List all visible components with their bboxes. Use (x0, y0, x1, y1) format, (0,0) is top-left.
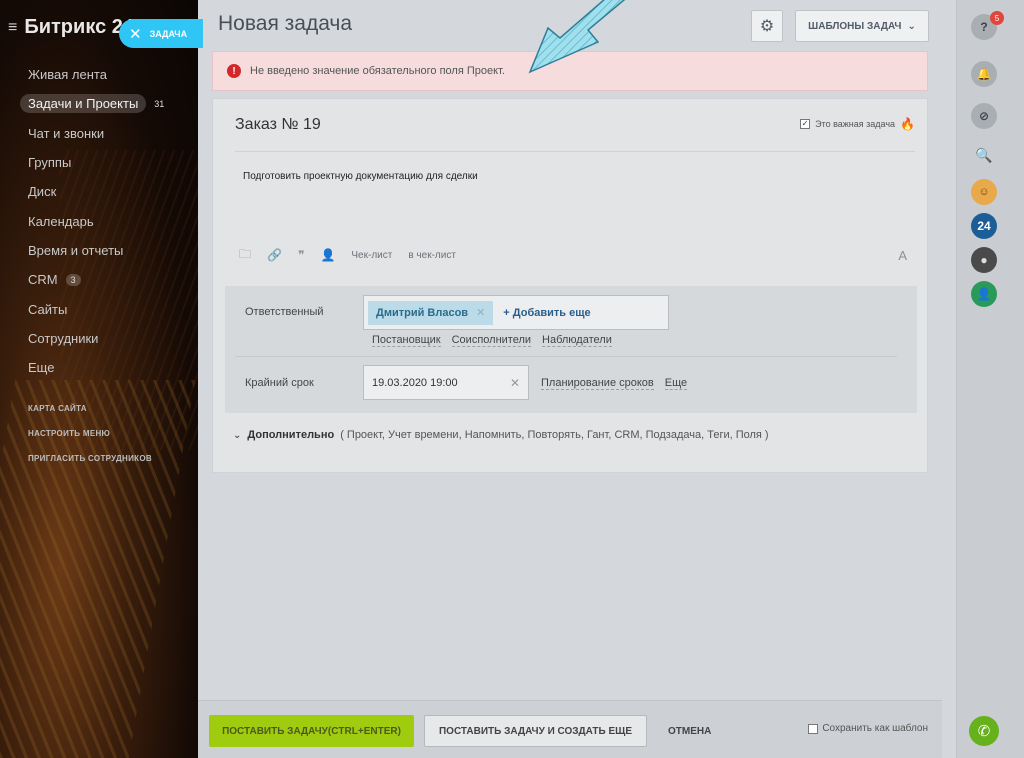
avatar-icon: ☺ (978, 186, 990, 198)
co-executors-link[interactable]: Соисполнители (451, 334, 532, 347)
divider (235, 151, 915, 152)
chevron-down-icon: ⌄ (233, 429, 242, 441)
task-slider-panel: Новая задача ⚙ ШАБЛОНЫ ЗАДАЧ ⌄ ! Не введ… (198, 0, 956, 758)
responsible-label: Ответственный (245, 306, 324, 318)
phone-icon: ✆ (977, 723, 991, 740)
sidebar-item-disk[interactable]: Диск (28, 177, 164, 206)
close-task-pill[interactable]: ✕ ЗАДАЧА (119, 19, 203, 48)
task-templates-button[interactable]: ШАБЛОНЫ ЗАДАЧ ⌄ (795, 10, 929, 42)
role-links: Постановщик Соисполнители Наблюдатели (372, 334, 612, 347)
search-button[interactable]: 🔍 (971, 142, 997, 168)
sidebar-link-invite[interactable]: ПРИГЛАСИТЬ СОТРУДНИКОВ (28, 446, 164, 471)
sidebar-link-sitemap[interactable]: КАРТА САЙТА (28, 396, 164, 421)
tasks-count: 31 (154, 98, 165, 109)
text-format-icon[interactable]: A (898, 248, 907, 263)
editor-toolbar: 🗀 🔗 ❞ 👤 Чек-лист в чек-лист A (239, 247, 907, 263)
submit-task-button[interactable]: ПОСТАВИТЬ ЗАДАЧУ(CTRL+ENTER) (209, 715, 414, 747)
right-toolbar: ? 5 🔔 ⊘ 🔍 ☺ 24 ● 👤 ✆ (956, 0, 1024, 758)
sidebar-item-groups[interactable]: Группы (28, 148, 164, 177)
templates-label: ШАБЛОНЫ ЗАДАЧ (808, 20, 902, 32)
sidebar-item-tasks[interactable]: Задачи и Проекты 31 (20, 89, 165, 118)
task-title-input[interactable]: Заказ № 19 (235, 116, 321, 134)
sidebar-item-time[interactable]: Время и отчеты (28, 236, 164, 265)
responsible-person-name: Дмитрий Власов (376, 306, 469, 319)
cancel-button[interactable]: ОТМЕНА (668, 715, 711, 747)
save-template-label: Сохранить как шаблон (822, 723, 928, 734)
error-text: Не введено значение обязательного поля П… (250, 65, 505, 77)
crm-user-avatar[interactable]: 👤 (971, 281, 997, 307)
task-fields-block: Ответственный Дмитрий Власов ✕ + Добавит… (225, 286, 917, 413)
crm-count: 3 (65, 273, 81, 286)
notifications-button[interactable]: 🔔 (971, 61, 997, 87)
additional-label: Дополнительно (247, 429, 335, 441)
search-icon: 🔍 (975, 146, 993, 163)
menu-burger-icon[interactable]: ≡ (8, 19, 17, 37)
to-checklist-button[interactable]: в чек-лист (408, 250, 456, 261)
sidebar-item-more[interactable]: Еще (28, 353, 164, 382)
avatar-icon: ● (980, 253, 988, 267)
save-template-checkbox[interactable] (808, 723, 819, 734)
sidebar-item-crm[interactable]: CRM 3 (28, 265, 164, 294)
sidebar-item-employees[interactable]: Сотрудники (28, 324, 164, 353)
divider (235, 356, 897, 357)
flame-icon: 🔥 (900, 117, 915, 131)
user-icon: 👤 (976, 287, 992, 301)
checklist-button[interactable]: Чек-лист (351, 250, 392, 261)
help-icon: ? (980, 20, 988, 34)
help-badge: 5 (990, 11, 1004, 25)
user-avatar[interactable]: ● (971, 247, 997, 273)
left-sidebar: ≡ Битрикс 24 Живая лента Задачи и Проект… (0, 0, 198, 758)
responsible-person-chip[interactable]: Дмитрий Власов ✕ (368, 300, 494, 325)
close-icon[interactable]: ✕ (129, 25, 142, 43)
do-not-disturb-button[interactable]: ⊘ (971, 103, 997, 129)
error-icon: ! (227, 64, 241, 78)
call-button[interactable]: ✆ (969, 716, 999, 746)
additional-items: ( Проект, Учет времени, Напомнить, Повто… (340, 429, 769, 441)
task-pill-label: ЗАДАЧА (149, 28, 188, 39)
clear-date-icon[interactable]: ✕ (510, 376, 520, 390)
chevron-down-icon: ⌄ (907, 20, 916, 32)
important-label: Это важная задача (815, 119, 896, 129)
task-description-editor[interactable]: Подготовить проектную документацию для с… (243, 171, 478, 182)
save-as-template-toggle[interactable]: Сохранить как шаблон (808, 723, 928, 734)
attach-file-icon[interactable]: 🗀 (239, 245, 251, 266)
observers-link[interactable]: Наблюдатели (542, 334, 612, 347)
additional-section-toggle[interactable]: ⌄ Дополнительно ( Проект, Учет времени, … (233, 429, 769, 441)
deadline-label: Крайний срок (245, 377, 314, 389)
deadline-input[interactable]: 19.03.2020 19:00 ✕ (363, 365, 529, 400)
sidebar-item-calendar[interactable]: Календарь (28, 206, 164, 235)
add-more-link[interactable]: + Добавить еще (503, 307, 590, 319)
sidebar-item-sites[interactable]: Сайты (28, 294, 164, 323)
sidebar-item-feed[interactable]: Живая лента (28, 60, 164, 89)
responsible-selector[interactable]: Дмитрий Власов ✕ + Добавить еще (363, 295, 669, 330)
task-form-card: Заказ № 19 ✓ Это важная задача 🔥 Подгото… (212, 98, 928, 473)
deadline-links: Планирование сроков Еще (541, 377, 688, 390)
deadline-more-link[interactable]: Еще (664, 377, 688, 390)
quote-icon[interactable]: ❞ (298, 248, 304, 262)
link-icon[interactable]: 🔗 (267, 248, 282, 262)
brand-logo[interactable]: ≡ Битрикс 24 (8, 16, 134, 39)
important-checkbox[interactable]: ✓ (800, 119, 811, 129)
settings-button[interactable]: ⚙ (751, 10, 783, 42)
submit-and-create-more-button[interactable]: ПОСТАВИТЬ ЗАДАЧУ И СОЗДАТЬ ЕЩЕ (424, 715, 647, 747)
bell-icon: 🔔 (976, 67, 992, 81)
sidebar-link-configure-menu[interactable]: НАСТРОИТЬ МЕНЮ (28, 421, 164, 446)
dnd-icon: ⊘ (978, 109, 990, 123)
important-task-toggle[interactable]: ✓ Это важная задача 🔥 (800, 117, 915, 131)
mention-user-icon[interactable]: 👤 (320, 248, 335, 262)
brand-name: Битрикс 24 (24, 16, 134, 38)
sidebar-item-chat[interactable]: Чат и звонки (28, 119, 164, 148)
remove-person-icon[interactable]: ✕ (476, 306, 485, 319)
page-title: Новая задача (218, 12, 353, 35)
time-planning-link[interactable]: Планирование сроков (541, 377, 654, 390)
annotation-arrow-icon (528, 0, 626, 74)
form-footer: ПОСТАВИТЬ ЗАДАЧУ(CTRL+ENTER) ПОСТАВИТЬ З… (198, 700, 942, 758)
deadline-value: 19.03.2020 19:00 (372, 376, 458, 389)
user-avatar[interactable]: ☺ (971, 179, 997, 205)
gear-icon: ⚙ (759, 18, 775, 35)
sidebar-menu: Живая лента Задачи и Проекты 31 Чат и зво… (20, 60, 165, 471)
bitrix24-button[interactable]: 24 (971, 213, 997, 239)
creator-link[interactable]: Постановщик (372, 334, 441, 347)
